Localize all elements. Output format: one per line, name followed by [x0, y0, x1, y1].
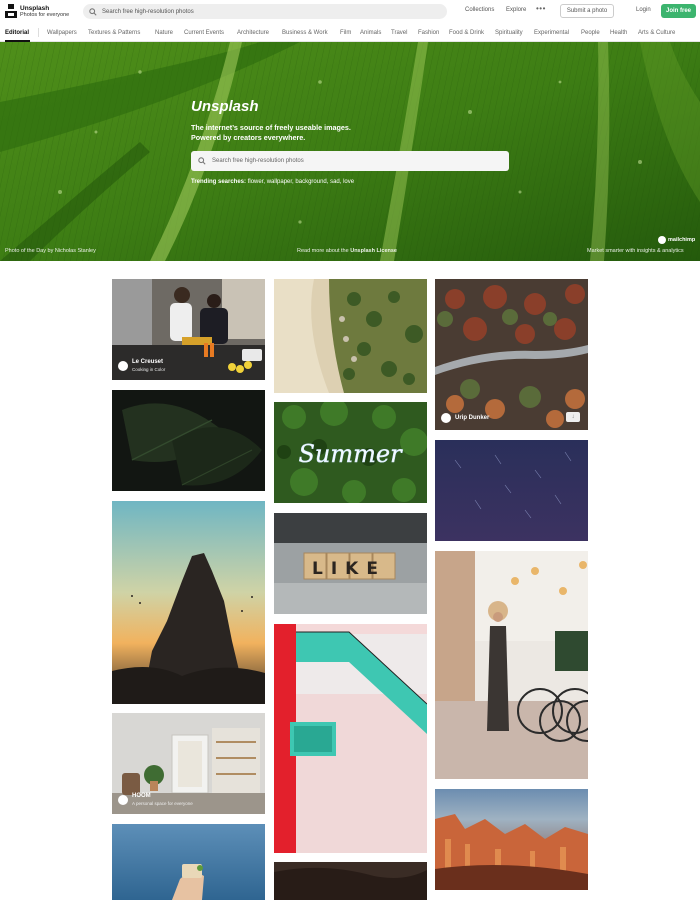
hero-title: Unsplash: [191, 98, 259, 115]
forest-road-image: [435, 279, 588, 430]
sponsor-logo[interactable]: mailchimp: [658, 236, 695, 244]
photo-star-trails[interactable]: [435, 440, 588, 541]
join-free-button[interactable]: Join free: [661, 4, 696, 18]
photo-kitchen[interactable]: Le Creuset Cooking in Color: [112, 279, 265, 380]
hero-search-input[interactable]: Search free high-resolution photos: [191, 151, 509, 171]
photo-aerial-beach[interactable]: [274, 279, 427, 393]
stairs-image: [274, 624, 427, 853]
photo-woman-bicycles[interactable]: [435, 551, 588, 779]
sea-hand-image: [112, 824, 265, 900]
photo-sea-hand[interactable]: [112, 824, 265, 900]
license-note: Read more about the Unsplash License: [297, 248, 397, 254]
hero-subtitle: The internet’s source of freely useable …: [191, 123, 391, 143]
photo-credit[interactable]: Urip Dunker: [441, 413, 489, 423]
license-link[interactable]: Unsplash License: [350, 248, 397, 254]
category-people[interactable]: People: [581, 30, 600, 36]
photo-of-day-by: by: [47, 248, 54, 254]
category-current-events[interactable]: Current Events: [184, 30, 224, 36]
photo-credit[interactable]: HOOM A personal space for everyone: [118, 793, 193, 807]
trending-terms[interactable]: flower, wallpaper, background, sad, love: [248, 179, 354, 185]
category-bar: Editorial Wallpapers Textures & Patterns…: [0, 23, 700, 42]
monstera-image: [112, 390, 265, 491]
category-health[interactable]: Health: [610, 30, 627, 36]
category-travel[interactable]: Travel: [391, 30, 407, 36]
download-icon[interactable]: ↓: [566, 412, 580, 422]
hero-subtitle-line2: Powered by creators everywhere.: [191, 133, 306, 142]
login-link[interactable]: Login: [636, 7, 651, 13]
category-animals[interactable]: Animals: [360, 30, 381, 36]
category-fashion[interactable]: Fashion: [418, 30, 439, 36]
aerial-beach-image: [274, 279, 427, 393]
category-experimental[interactable]: Experimental: [534, 30, 569, 36]
photographer-name: Urip Dunker: [455, 414, 490, 421]
rock-sunset-image: [112, 501, 265, 704]
category-textures-patterns[interactable]: Textures & Patterns: [88, 30, 140, 36]
more-menu-icon[interactable]: •••: [536, 4, 546, 13]
photo-dark-landscape[interactable]: [274, 862, 427, 900]
category-editorial[interactable]: Editorial: [5, 30, 29, 36]
woman-bicycles-image: [435, 551, 588, 779]
summer-neon-image: Summer: [274, 402, 427, 503]
category-arts-culture[interactable]: Arts & Culture: [638, 30, 675, 36]
avatar: [118, 361, 128, 371]
avatar: [441, 413, 451, 423]
photo-of-the-day-credit: Photo of the Day by Nicholas Stanley: [5, 248, 96, 254]
nav-collections[interactable]: Collections: [465, 7, 494, 13]
photo-description: A personal space for everyone: [132, 801, 193, 806]
photo-summer-neon[interactable]: Summer: [274, 402, 427, 503]
trending-label: Trending searches:: [191, 179, 247, 185]
nav-explore[interactable]: Explore: [506, 7, 526, 13]
hero-search-placeholder: Search free high-resolution photos: [212, 158, 304, 164]
category-wallpapers[interactable]: Wallpapers: [47, 30, 77, 36]
search-icon: [89, 7, 97, 16]
search-input[interactable]: Search free high-resolution photos: [83, 4, 447, 19]
license-prefix: Read more about the: [297, 248, 349, 254]
brand[interactable]: Unsplash Photos for everyone: [20, 5, 69, 19]
search-placeholder: Search free high-resolution photos: [102, 8, 194, 15]
hero-subtitle-line1: The internet’s source of freely useable …: [191, 123, 351, 132]
photo-forest-road[interactable]: Urip Dunker ↓: [435, 279, 588, 430]
like-blocks-image: LIKE: [274, 513, 427, 614]
category-architecture[interactable]: Architecture: [237, 30, 269, 36]
photo-rock-sunset[interactable]: [112, 501, 265, 704]
hero-banner: Unsplash The internet’s source of freely…: [0, 42, 700, 261]
canyon-image: [435, 789, 588, 890]
photo-room[interactable]: HOOM A personal space for everyone: [112, 713, 265, 814]
photo-stairs[interactable]: [274, 624, 427, 853]
submit-photo-button[interactable]: Submit a photo: [560, 4, 614, 18]
category-nature[interactable]: Nature: [155, 30, 173, 36]
category-divider: [38, 28, 39, 37]
photo-credit[interactable]: Le Creuset Cooking in Color: [118, 359, 165, 373]
photo-of-day-label[interactable]: Photo of the Day: [5, 248, 46, 254]
like-blocks-text: LIKE: [312, 559, 386, 579]
category-business-work[interactable]: Business & Work: [282, 30, 328, 36]
photographer-name: HOOM: [132, 793, 151, 799]
unsplash-logo-icon[interactable]: [5, 4, 17, 18]
summer-neon-text: Summer: [298, 440, 403, 468]
category-spirituality[interactable]: Spirituality: [495, 30, 523, 36]
sponsor-tagline[interactable]: Market smarter with insights & analytics: [587, 248, 684, 254]
brand-name: Unsplash: [20, 5, 50, 12]
category-food-drink[interactable]: Food & Drink: [449, 30, 484, 36]
avatar: [118, 795, 128, 805]
brand-tagline: Photos for everyone: [20, 12, 70, 18]
search-icon: [198, 157, 206, 165]
photo-of-day-author[interactable]: Nicholas Stanley: [55, 248, 96, 254]
category-film[interactable]: Film: [340, 30, 351, 36]
sponsor-name: mailchimp: [668, 237, 696, 243]
photographer-name: Le Creuset: [132, 359, 164, 365]
top-header: Unsplash Photos for everyone Search free…: [0, 0, 700, 23]
photo-description: Cooking in Color: [132, 367, 166, 372]
star-trails-image: [435, 440, 588, 541]
dark-landscape-image: [274, 862, 427, 900]
photo-monstera[interactable]: [112, 390, 265, 491]
photo-canyon[interactable]: [435, 789, 588, 890]
mailchimp-icon: [658, 236, 666, 244]
trending-searches: Trending searches: flower, wallpaper, ba…: [191, 179, 354, 185]
photo-like-blocks[interactable]: LIKE: [274, 513, 427, 614]
